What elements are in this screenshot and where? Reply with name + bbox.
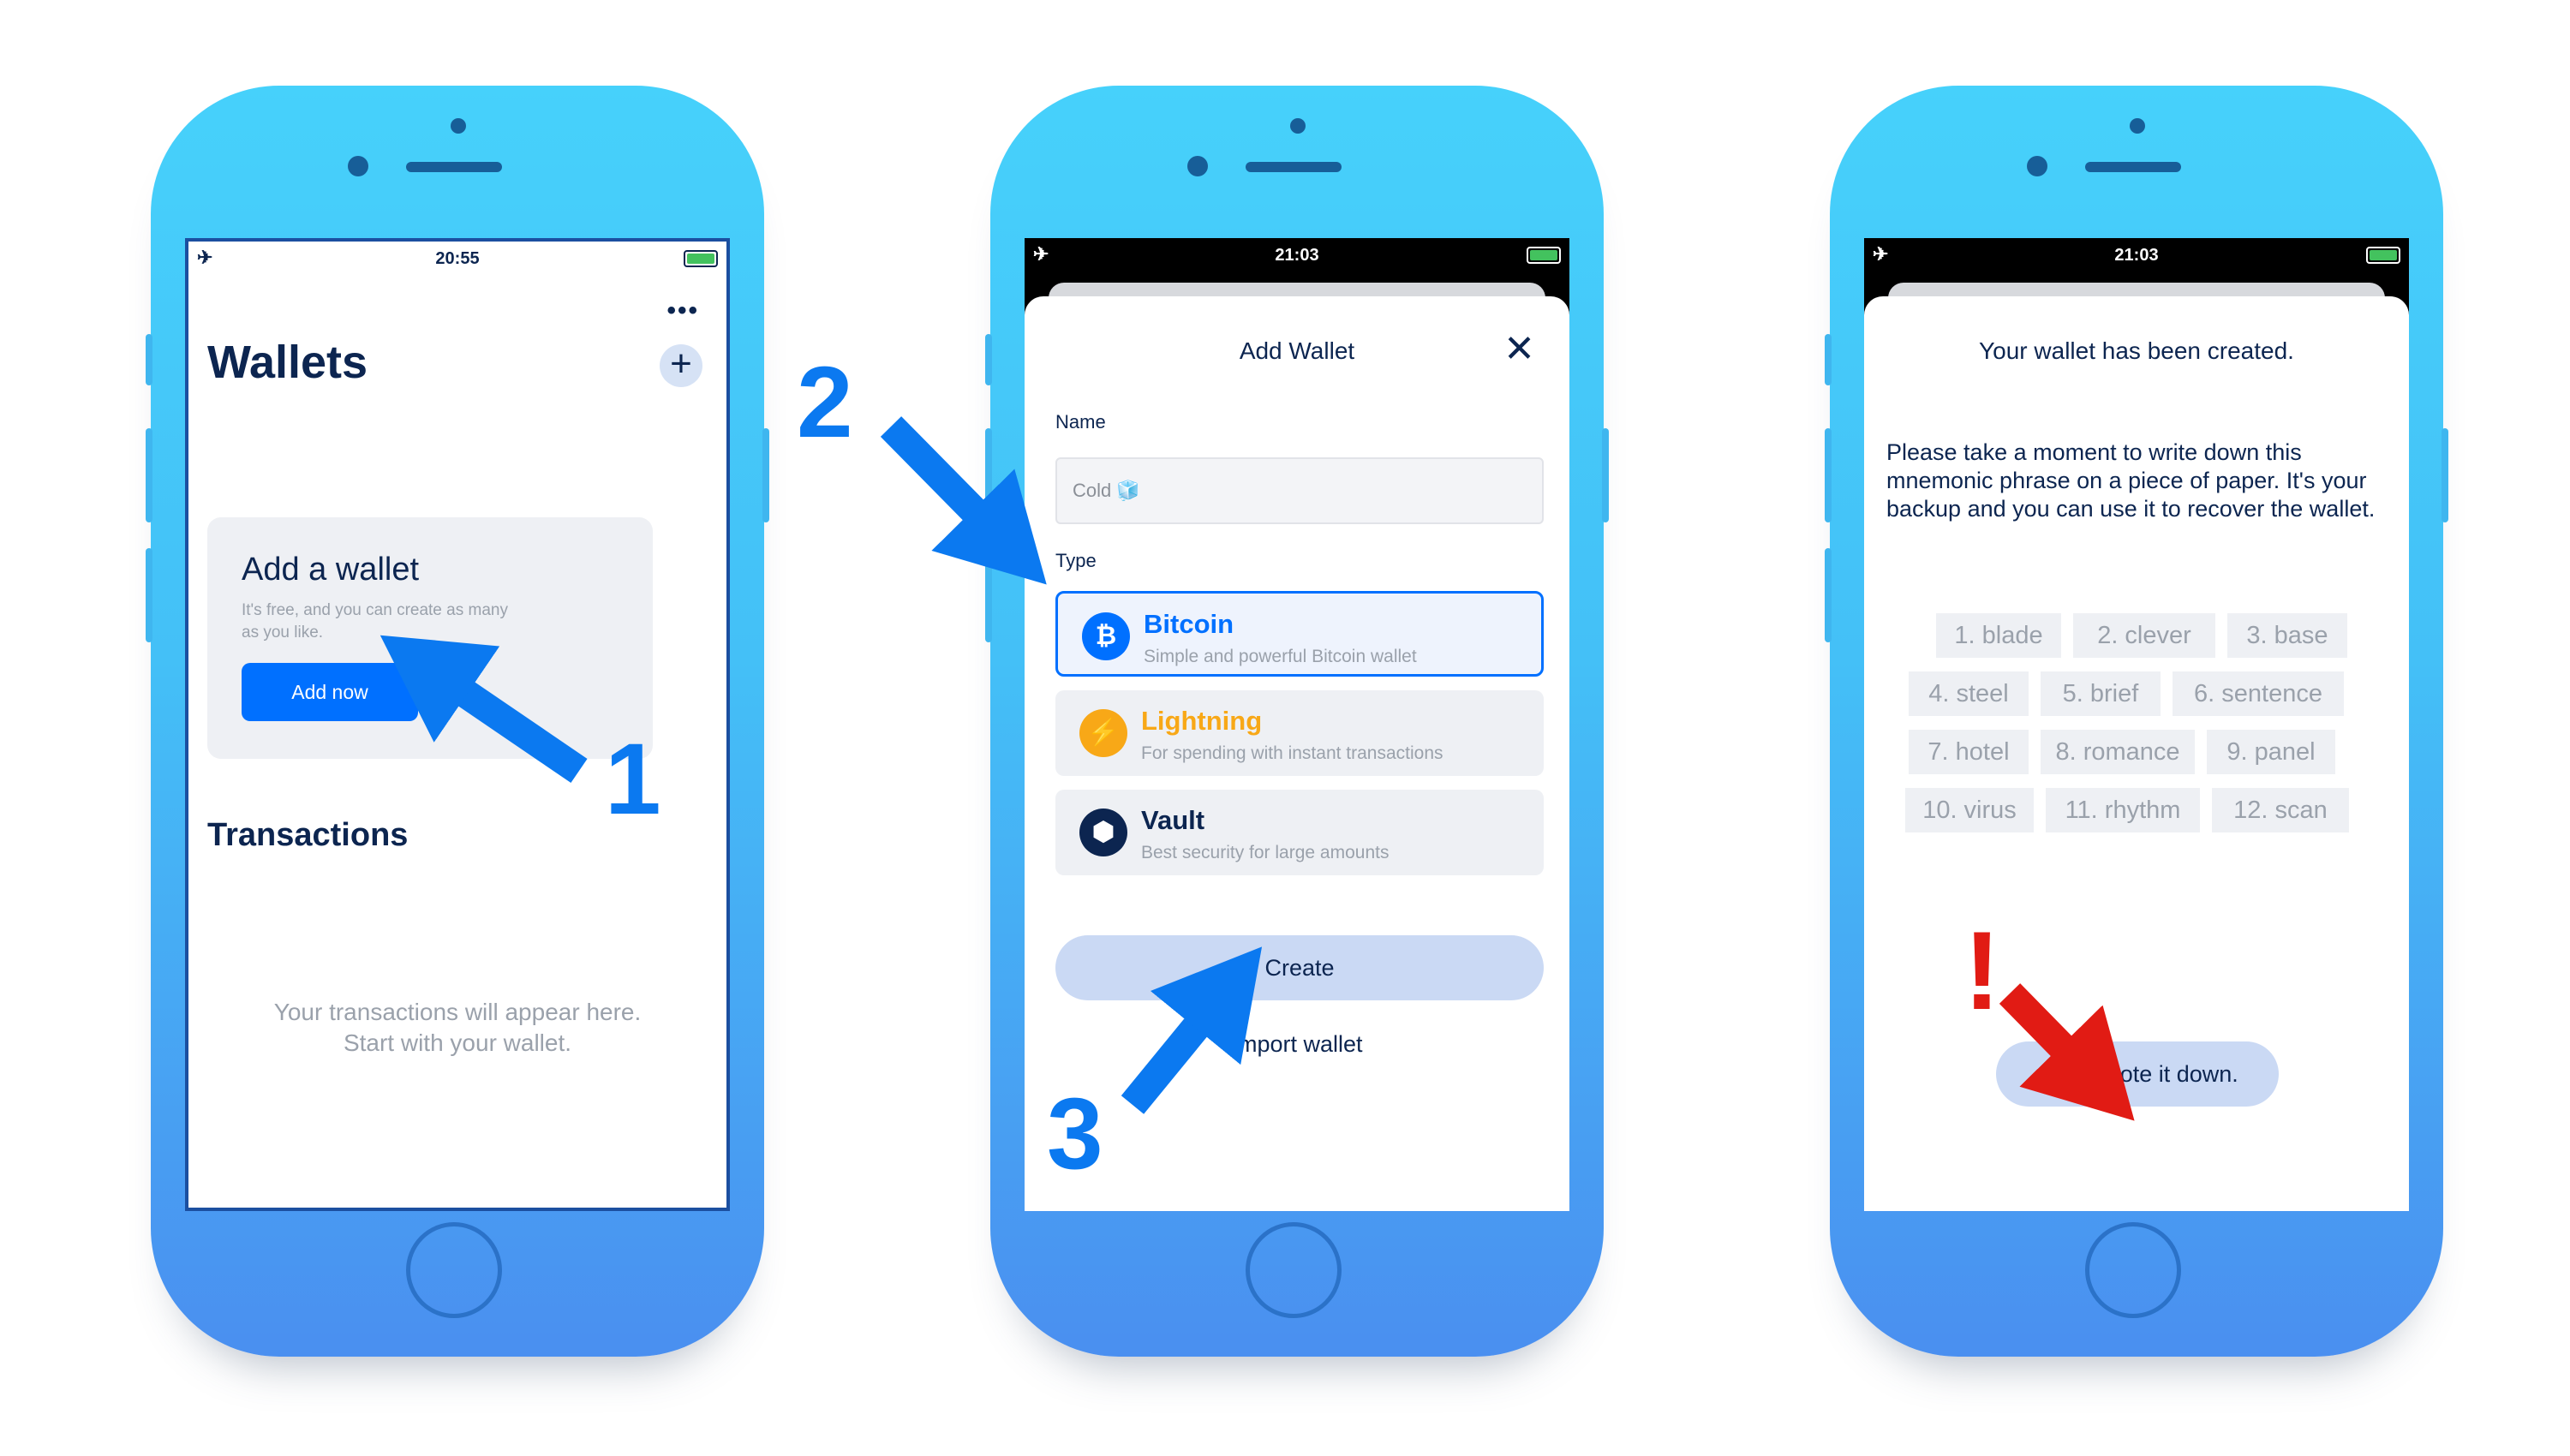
status-bar: ✈ 21:03 (1864, 238, 2409, 272)
status-bar: ✈ 20:55 (188, 242, 726, 276)
name-label: Name (1055, 411, 1106, 433)
type-option-title: Vault (1141, 805, 1205, 835)
transactions-title: Transactions (207, 817, 409, 853)
add-wallet-button[interactable]: + (660, 344, 702, 387)
type-option-vault[interactable]: ⬢ Vault Best security for large amounts (1055, 790, 1544, 875)
mnemonic-word: 8. romance (2041, 730, 2195, 774)
empty-transactions-text: Your transactions will appear here. (273, 999, 642, 1025)
sheet-title: Add Wallet (1239, 337, 1355, 364)
speaker (406, 162, 502, 172)
warning-mark: ! (1963, 908, 2001, 1033)
speaker (2085, 162, 2181, 172)
type-option-desc: For spending with instant transactions (1141, 743, 1443, 763)
add-wallet-sheet: Add Wallet ✕ Name Type ₿ Bitcoin Simple … (1025, 296, 1569, 1211)
battery-icon (684, 250, 718, 267)
backup-instructions: Please take a moment to write down this … (1886, 439, 2376, 522)
home-button[interactable] (2085, 1222, 2181, 1318)
close-icon[interactable]: ✕ (1503, 327, 1535, 371)
mnemonic-word: 3. base (2227, 613, 2347, 658)
status-time: 20:55 (435, 249, 480, 268)
mnemonic-word: 11. rhythm (2046, 788, 2200, 832)
mnemonic-word: 1. blade (1936, 613, 2061, 658)
type-option-title: Bitcoin (1144, 609, 1234, 639)
phone-frame-1: ✈ 20:55 ••• Wallets + Add a wallet It's … (146, 86, 769, 1357)
type-option-bitcoin[interactable]: ₿ Bitcoin Simple and powerful Bitcoin wa… (1055, 591, 1544, 677)
page-title: Wallets (207, 337, 368, 388)
wallet-created-sheet: Your wallet has been created. Please tak… (1864, 296, 2409, 1211)
status-time: 21:03 (1275, 246, 1319, 265)
more-options-icon[interactable]: ••• (666, 296, 699, 325)
ok-wrote-it-down-button[interactable]: OK, I wrote it down. (1996, 1041, 2279, 1107)
step-number-2: 2 (797, 346, 853, 459)
mnemonic-word: 10. virus (1905, 788, 2034, 832)
lightning-icon: ⚡ (1079, 709, 1127, 757)
home-button[interactable] (1246, 1222, 1342, 1318)
type-option-desc: Simple and powerful Bitcoin wallet (1144, 647, 1417, 666)
mnemonic-word: 4. steel (1909, 671, 2029, 716)
type-option-lightning[interactable]: ⚡ Lightning For spending with instant tr… (1055, 690, 1544, 776)
add-wallet-card-title: Add a wallet (242, 552, 420, 588)
sheet-title: Your wallet has been created. (1979, 337, 2294, 364)
type-option-desc: Best security for large amounts (1141, 843, 1390, 862)
phone-frame-3: ✈ 21:03 Your wallet has been created. Pl… (1825, 86, 2448, 1357)
home-button[interactable] (406, 1222, 502, 1318)
bitcoin-icon: ₿ (1082, 612, 1130, 660)
step-number-1: 1 (605, 723, 661, 836)
mnemonic-word: 6. sentence (2173, 671, 2344, 716)
import-wallet-link[interactable]: Import wallet (1025, 1031, 1569, 1058)
add-wallet-card-subtitle: It's free, and you can create as many as… (242, 601, 508, 641)
mnemonic-word: 5. brief (2041, 671, 2161, 716)
wallet-name-input[interactable] (1055, 457, 1544, 524)
battery-icon (1527, 247, 1561, 264)
empty-transactions-hint: Start with your wallet. (343, 1029, 572, 1056)
mnemonic-word: 12. scan (2212, 788, 2349, 832)
step-number-3: 3 (1047, 1077, 1103, 1190)
status-time: 21:03 (2114, 246, 2159, 265)
create-button[interactable]: Create (1055, 935, 1544, 1000)
speaker (1246, 162, 1342, 172)
status-bar: ✈ 21:03 (1025, 238, 1569, 272)
mnemonic-word: 7. hotel (1909, 730, 2029, 774)
add-wallet-screen: ✈ 21:03 Add Wallet ✕ Name Type ₿ Bitcoin… (1025, 238, 1569, 1211)
mnemonic-word: 2. clever (2073, 613, 2215, 658)
mnemonic-word: 9. panel (2207, 730, 2335, 774)
type-label: Type (1055, 550, 1097, 571)
type-option-title: Lightning (1141, 706, 1263, 736)
wallet-created-screen: ✈ 21:03 Your wallet has been created. Pl… (1864, 238, 2409, 1211)
vault-icon: ⬢ (1079, 809, 1127, 856)
battery-icon (2366, 247, 2400, 264)
add-wallet-card: Add a wallet It's free, and you can crea… (207, 517, 653, 759)
add-now-button[interactable]: Add now (242, 663, 418, 721)
